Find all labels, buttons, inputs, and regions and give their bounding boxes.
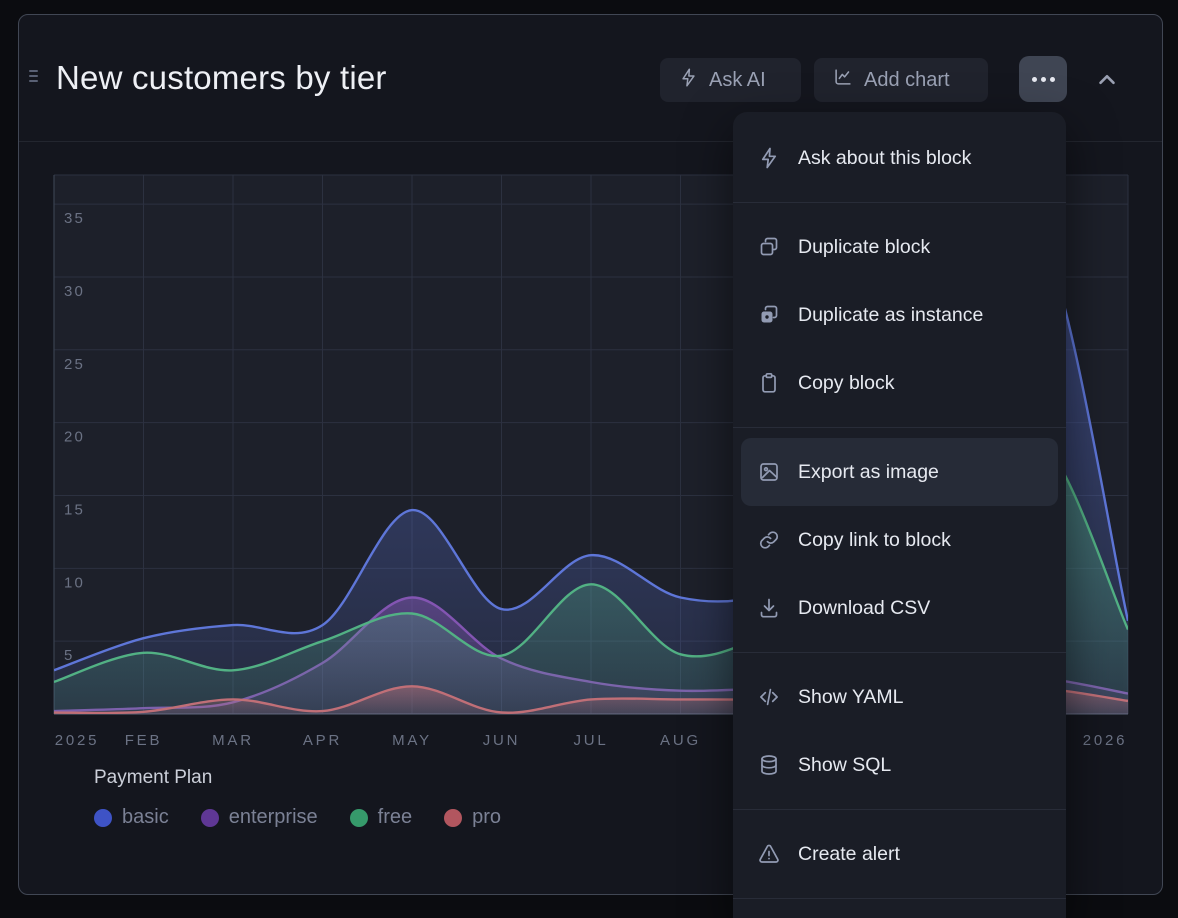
- legend-label: free: [378, 806, 412, 829]
- y-tick-label: 20: [64, 429, 85, 446]
- menu-item-label: Show YAML: [798, 686, 904, 709]
- menu-item-show-yaml[interactable]: Show YAML: [733, 663, 1066, 731]
- legend-label: enterprise: [229, 806, 318, 829]
- download-icon: [757, 596, 781, 620]
- menu-item-copy-block[interactable]: Copy block: [733, 349, 1066, 417]
- link-icon: [757, 528, 781, 552]
- x-tick-label: JUN: [483, 732, 521, 749]
- code-icon: [757, 685, 781, 709]
- block-context-menu: Ask about this blockDuplicate blockDupli…: [733, 112, 1066, 918]
- menu-item-label: Copy link to block: [798, 529, 951, 552]
- menu-item-label: Duplicate as instance: [798, 304, 983, 327]
- menu-item-duplicate-as-instance[interactable]: Duplicate as instance: [733, 281, 1066, 349]
- legend-swatch-free: [350, 809, 368, 827]
- legend-swatch-pro: [444, 809, 462, 827]
- y-tick-label: 5: [64, 647, 75, 664]
- menu-item-label: Ask about this block: [798, 147, 971, 170]
- x-tick-label: MAR: [212, 732, 254, 749]
- menu-divider: [733, 652, 1066, 653]
- menu-divider: [733, 202, 1066, 203]
- y-tick-label: 10: [64, 574, 85, 591]
- x-tick-label: 2025: [55, 732, 100, 749]
- menu-item-show-sql[interactable]: Show SQL: [733, 731, 1066, 799]
- chart-line-icon: [832, 66, 854, 94]
- add-chart-button[interactable]: Add chart: [814, 58, 988, 102]
- x-tick-label: AUG: [660, 732, 701, 749]
- legend-title: Payment Plan: [94, 767, 501, 789]
- menu-item-label: Export as image: [798, 461, 939, 484]
- menu-section: Duplicate block Duplicate as instance Copy…: [733, 207, 1066, 423]
- menu-item-label: Copy block: [798, 372, 894, 395]
- menu-item-export-as-image[interactable]: Export as image: [741, 438, 1058, 506]
- legend-swatch-enterprise: [201, 809, 219, 827]
- x-tick-label: JUL: [573, 732, 608, 749]
- x-tick-label: MAY: [392, 732, 432, 749]
- legend-item-free[interactable]: free: [350, 806, 412, 829]
- menu-section: Reload data: [733, 903, 1066, 918]
- duplicate-instance-icon: [757, 303, 781, 327]
- alert-triangle-icon: [757, 842, 781, 866]
- drag-handle-icon[interactable]: [29, 70, 40, 82]
- block-title: New customers by tier: [56, 59, 387, 97]
- menu-item-ask-about-this-block[interactable]: Ask about this block: [733, 124, 1066, 192]
- menu-item-label: Show SQL: [798, 754, 891, 777]
- legend-label: basic: [122, 806, 169, 829]
- menu-item-label: Create alert: [798, 843, 900, 866]
- menu-item-download-csv[interactable]: Download CSV: [733, 574, 1066, 642]
- x-tick-label: 2026: [1083, 732, 1128, 749]
- y-tick-label: 35: [64, 210, 85, 227]
- y-tick-label: 25: [64, 356, 85, 373]
- menu-section: Show YAML Show SQL: [733, 657, 1066, 805]
- x-tick-label: APR: [303, 732, 342, 749]
- menu-item-label: Download CSV: [798, 597, 930, 620]
- lightning-icon: [678, 67, 699, 94]
- menu-section: Ask about this block: [733, 118, 1066, 198]
- menu-section: Create alert: [733, 814, 1066, 894]
- chevron-up-icon: [1094, 66, 1120, 95]
- menu-section: Export as image Copy link to block Downloa…: [733, 432, 1066, 648]
- chart-legend: Payment Plan basic enterprise free pro: [94, 767, 501, 829]
- legend-label: pro: [472, 806, 501, 829]
- menu-item-label: Duplicate block: [798, 236, 930, 259]
- menu-item-create-alert[interactable]: Create alert: [733, 820, 1066, 888]
- legend-item-pro[interactable]: pro: [444, 806, 501, 829]
- menu-divider: [733, 809, 1066, 810]
- menu-divider: [733, 427, 1066, 428]
- ask-ai-button[interactable]: Ask AI: [660, 58, 801, 102]
- clipboard-icon: [757, 371, 781, 395]
- legend-swatch-basic: [94, 809, 112, 827]
- y-tick-label: 30: [64, 283, 85, 300]
- lightning-icon: [757, 146, 781, 170]
- menu-item-reload-data[interactable]: Reload data: [733, 909, 1066, 918]
- x-tick-label: FEB: [125, 732, 163, 749]
- legend-item-enterprise[interactable]: enterprise: [201, 806, 318, 829]
- menu-item-duplicate-block[interactable]: Duplicate block: [733, 213, 1066, 281]
- database-icon: [757, 753, 781, 777]
- more-options-button[interactable]: [1019, 56, 1067, 102]
- duplicate-icon: [757, 235, 781, 259]
- collapse-button[interactable]: [1088, 61, 1126, 99]
- legend-item-basic[interactable]: basic: [94, 806, 169, 829]
- image-icon: [757, 460, 781, 484]
- menu-divider: [733, 898, 1066, 899]
- y-tick-label: 15: [64, 501, 85, 518]
- menu-item-copy-link-to-block[interactable]: Copy link to block: [733, 506, 1066, 574]
- ellipsis-icon: [1032, 77, 1037, 82]
